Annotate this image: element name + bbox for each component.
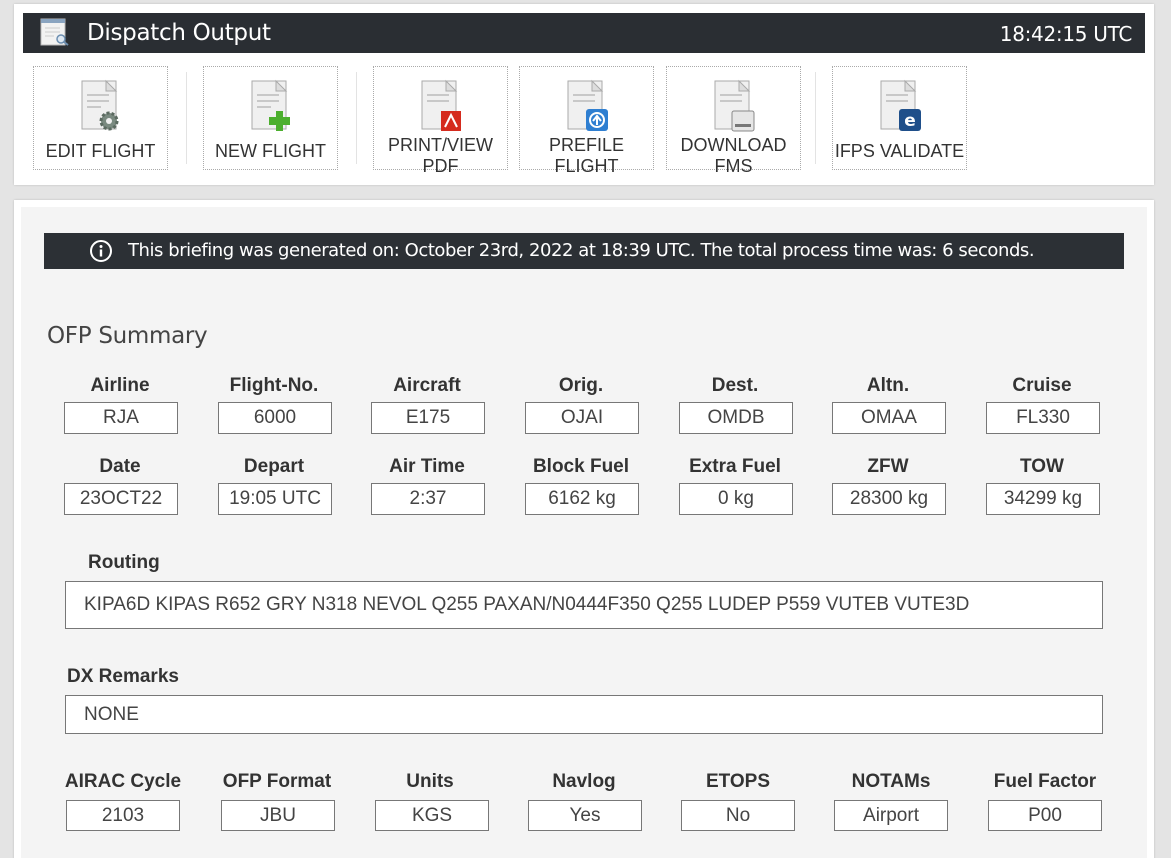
edit-flight-button[interactable]: EDIT FLIGHT	[33, 66, 168, 170]
briefing-info-text: This briefing was generated on: October …	[128, 240, 1035, 261]
destination-field[interactable]	[679, 402, 793, 434]
document-magnifier-icon	[40, 18, 69, 46]
depart-label: Depart	[243, 456, 305, 477]
dx-remarks-field[interactable]	[65, 695, 1103, 734]
tow-label: TOW	[1020, 456, 1064, 477]
gear-icon	[81, 79, 118, 131]
depart-field[interactable]	[218, 483, 332, 515]
fuel-factor-label: Fuel Factor	[993, 771, 1097, 792]
ofp-format-label: OFP Format	[222, 771, 332, 792]
briefing-content: This briefing was generated on: October …	[21, 207, 1147, 858]
block-fuel-field[interactable]	[525, 483, 639, 515]
edit-flight-label: EDIT FLIGHT	[45, 141, 156, 161]
print-view-pdf-label: PRINT/VIEW PDF	[387, 135, 493, 176]
zfw-field[interactable]	[832, 483, 946, 515]
print-view-pdf-button[interactable]: PRINT/VIEW PDF	[373, 66, 508, 176]
cruise-field[interactable]	[986, 402, 1100, 434]
units-label: Units	[406, 771, 454, 792]
section-title: OFP Summary	[47, 323, 208, 349]
dx-remarks-label: DX Remarks	[67, 666, 179, 687]
new-flight-button[interactable]: NEW FLIGHT	[203, 66, 338, 170]
origin-label: Orig.	[558, 375, 604, 396]
upload-icon	[567, 79, 608, 131]
eurocontrol-icon: e	[880, 79, 921, 131]
download-fms-button[interactable]: DOWNLOAD FMS	[666, 66, 801, 176]
air-time-field[interactable]	[371, 483, 485, 515]
drive-icon	[714, 79, 754, 132]
tow-field[interactable]	[986, 483, 1100, 515]
flight-no-field[interactable]	[218, 402, 332, 434]
ifps-validate-label: IFPS VALIDATE	[834, 141, 965, 161]
airac-cycle-field[interactable]	[66, 800, 180, 831]
airac-cycle-label: AIRAC Cycle	[64, 771, 182, 792]
airline-field[interactable]	[64, 402, 178, 434]
cruise-label: Cruise	[1012, 375, 1072, 396]
date-field[interactable]	[64, 483, 178, 515]
flight-no-label: Flight-No.	[229, 375, 319, 396]
origin-field[interactable]	[525, 402, 639, 434]
date-label: Date	[99, 456, 141, 477]
extra-fuel-label: Extra Fuel	[689, 456, 781, 477]
plus-icon	[251, 79, 290, 131]
prefile-flight-label: PREFILE FLIGHT	[548, 135, 625, 176]
destination-label: Dest.	[711, 375, 759, 396]
alternate-label: Altn.	[866, 375, 910, 396]
new-flight-label: NEW FLIGHT	[215, 141, 326, 161]
airline-label: Airline	[90, 375, 150, 396]
routing-field[interactable]	[65, 581, 1103, 629]
etops-label: ETOPS	[705, 771, 771, 792]
zfw-label: ZFW	[867, 456, 909, 477]
aircraft-label: Aircraft	[393, 375, 461, 396]
alternate-field[interactable]	[832, 402, 946, 434]
title-bar: Dispatch Output 18:42:15 UTC	[23, 13, 1145, 53]
prefile-flight-button[interactable]: PREFILE FLIGHT	[519, 66, 654, 176]
notams-field[interactable]	[834, 800, 948, 831]
extra-fuel-field[interactable]	[679, 483, 793, 515]
block-fuel-label: Block Fuel	[532, 456, 630, 477]
info-icon	[90, 240, 112, 262]
aircraft-field[interactable]	[371, 402, 485, 434]
navlog-label: Navlog	[552, 771, 616, 792]
routing-label: Routing	[88, 552, 160, 573]
briefing-info-banner: This briefing was generated on: October …	[44, 233, 1124, 269]
toolbar-divider	[356, 72, 357, 164]
notams-label: NOTAMs	[851, 771, 931, 792]
etops-field[interactable]	[681, 800, 795, 831]
pdf-icon	[421, 79, 461, 131]
toolbar-panel: Dispatch Output 18:42:15 UTC EDIT FLIGHT…	[14, 4, 1154, 185]
air-time-label: Air Time	[389, 456, 465, 477]
toolbar-divider	[186, 72, 187, 164]
ifps-validate-button[interactable]: e IFPS VALIDATE	[832, 66, 967, 170]
ofp-format-field[interactable]	[221, 800, 335, 831]
utc-clock: 18:42:15 UTC	[999, 22, 1133, 46]
page-title: Dispatch Output	[87, 20, 271, 46]
units-field[interactable]	[375, 800, 489, 831]
svg-text:e: e	[904, 111, 916, 131]
fuel-factor-field[interactable]	[988, 800, 1102, 831]
navlog-field[interactable]	[528, 800, 642, 831]
toolbar-divider	[815, 72, 816, 164]
download-fms-label: DOWNLOAD FMS	[680, 135, 787, 176]
briefing-panel: This briefing was generated on: October …	[14, 200, 1154, 858]
